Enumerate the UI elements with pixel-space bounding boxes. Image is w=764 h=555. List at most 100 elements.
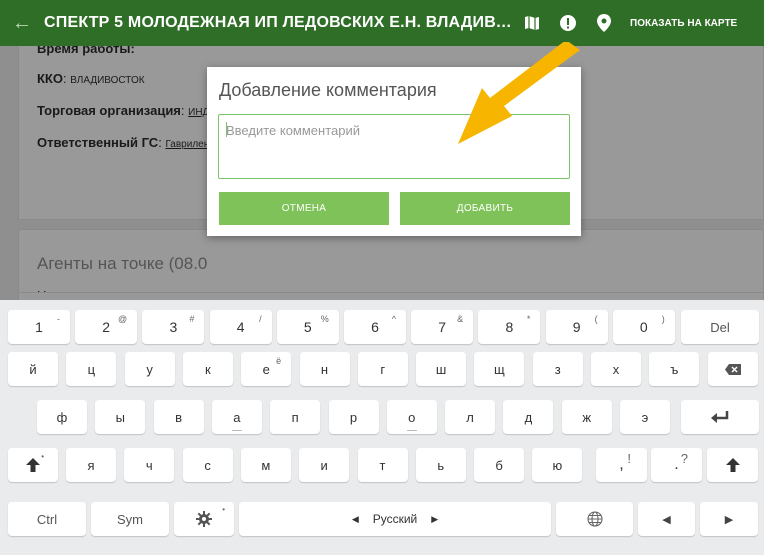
key-м[interactable]: м: [240, 448, 291, 482]
key-label: 6: [371, 319, 379, 335]
back-arrow-icon[interactable]: ←: [0, 12, 44, 35]
key-label: а: [233, 409, 241, 425]
key-label: н: [320, 361, 329, 377]
key-7[interactable]: 7 &: [411, 310, 474, 344]
key-я[interactable]: я: [66, 448, 116, 482]
key-label: х: [612, 361, 620, 377]
key-label: й: [29, 361, 37, 377]
del-key[interactable]: Del: [681, 310, 759, 344]
language-key[interactable]: [556, 502, 633, 536]
key-к[interactable]: к: [182, 352, 233, 386]
key-8[interactable]: 8 *: [478, 310, 541, 344]
key-р[interactable]: р: [328, 400, 379, 434]
key-э[interactable]: э: [620, 400, 670, 434]
enter-key[interactable]: [681, 400, 759, 434]
key-0[interactable]: 0): [612, 310, 675, 344]
key-sup: (: [594, 314, 598, 324]
key-label: ч: [145, 457, 153, 473]
key-3[interactable]: 3 #: [142, 310, 205, 344]
key-ф[interactable]: ф: [37, 400, 87, 434]
key-sup: ^: [391, 314, 396, 324]
key-с[interactable]: с: [182, 448, 233, 482]
location-pin-icon[interactable]: [586, 0, 622, 46]
key-е[interactable]: её: [241, 352, 292, 386]
pointer-arrow-icon: [458, 42, 580, 144]
key-х[interactable]: х: [591, 352, 641, 386]
key-sup: #: [189, 314, 195, 324]
cursor-right-key[interactable]: ▶: [700, 502, 758, 536]
sym-key[interactable]: Sym: [91, 502, 169, 536]
key-6[interactable]: 6 ^: [344, 310, 406, 344]
key-ш[interactable]: ш: [416, 352, 467, 386]
key-label: п: [291, 409, 299, 425]
ctrl-key[interactable]: Ctrl: [8, 502, 86, 536]
key-label: 9: [572, 319, 581, 335]
work-hours-line: Время работы:: [37, 46, 135, 56]
key-label: ф: [56, 409, 68, 425]
key-2[interactable]: 2 @: [75, 310, 138, 344]
home-key-marker: [231, 430, 242, 431]
key-г[interactable]: г: [357, 352, 408, 386]
app-bar: ← СПЕКТР 5 МОЛОДЕЖНАЯ ИП ЛЕДОВСКИХ Е.Н. …: [0, 0, 764, 46]
key-ч[interactable]: ч: [124, 448, 175, 482]
key-ы[interactable]: ы: [95, 400, 146, 434]
key-ц[interactable]: ц: [66, 352, 117, 386]
shift-left-key[interactable]: •: [8, 448, 58, 482]
responsible-link[interactable]: Гаврилен: [165, 139, 209, 150]
kko-line: ККО: ВЛАДИВОСТОК: [37, 71, 145, 86]
key-9[interactable]: 9(: [545, 310, 608, 344]
key-в[interactable]: в: [153, 400, 204, 434]
cursor-left-key[interactable]: ◀: [638, 502, 695, 536]
key-н[interactable]: н: [299, 352, 350, 386]
key-sup: @: [118, 314, 128, 324]
key-о[interactable]: о: [386, 400, 437, 434]
key-щ[interactable]: щ: [474, 352, 525, 386]
key-label: 4: [236, 319, 245, 335]
key-label: м: [261, 457, 271, 473]
key-п[interactable]: п: [270, 400, 321, 434]
key-label: 3: [169, 319, 178, 335]
period-key[interactable]: . ?: [651, 448, 702, 482]
text-cursor: [226, 122, 227, 137]
settings-key[interactable]: •: [174, 502, 234, 536]
key-label: г: [380, 361, 386, 377]
comma-sup: !: [627, 451, 631, 466]
key-й[interactable]: й: [8, 352, 58, 386]
key-label: ц: [87, 361, 96, 377]
key-б[interactable]: б: [474, 448, 525, 482]
key-т[interactable]: т: [357, 448, 408, 482]
key-label: ш: [435, 361, 447, 377]
key-ь[interactable]: ь: [415, 448, 466, 482]
key-д[interactable]: д: [503, 400, 554, 434]
key-и[interactable]: и: [299, 448, 350, 482]
key-4[interactable]: 4/: [209, 310, 272, 344]
page-title: СПЕКТР 5 МОЛОДЕЖНАЯ ИП ЛЕДОВСКИХ Е.Н. ВЛ…: [44, 14, 514, 31]
trade-org-line: Торговая организация: ИНД: [37, 103, 210, 118]
comma-key[interactable]: , !: [596, 448, 647, 482]
key-label: у: [146, 361, 153, 377]
key-1[interactable]: 1-: [8, 310, 70, 344]
key-label: щ: [494, 361, 505, 377]
key-ю[interactable]: ю: [532, 448, 583, 482]
key-а[interactable]: а: [211, 400, 262, 434]
backspace-key[interactable]: [708, 352, 758, 386]
show-on-map-button[interactable]: ПОКАЗАТЬ НА КАРТЕ: [630, 18, 737, 29]
key-label: 2: [102, 319, 111, 335]
arrow-right-icon: ▶: [724, 513, 734, 526]
key-у[interactable]: у: [124, 352, 175, 386]
add-button[interactable]: ДОБАВИТЬ: [400, 192, 570, 225]
shift-right-key[interactable]: [707, 448, 758, 482]
map-icon[interactable]: [514, 0, 550, 46]
key-label: 5: [303, 319, 312, 335]
space-key[interactable]: ◀ Русский ▶: [239, 502, 551, 536]
key-з[interactable]: з: [532, 352, 583, 386]
alert-icon[interactable]: [550, 0, 586, 46]
backspace-icon: [725, 363, 741, 375]
key-sup: /: [259, 314, 262, 324]
key-ъ[interactable]: ъ: [649, 352, 700, 386]
cancel-button[interactable]: ОТМЕНА: [219, 192, 389, 225]
key-ж[interactable]: ж: [561, 400, 612, 434]
key-label: в: [175, 409, 183, 425]
key-л[interactable]: л: [445, 400, 496, 434]
key-5[interactable]: 5%: [276, 310, 339, 344]
